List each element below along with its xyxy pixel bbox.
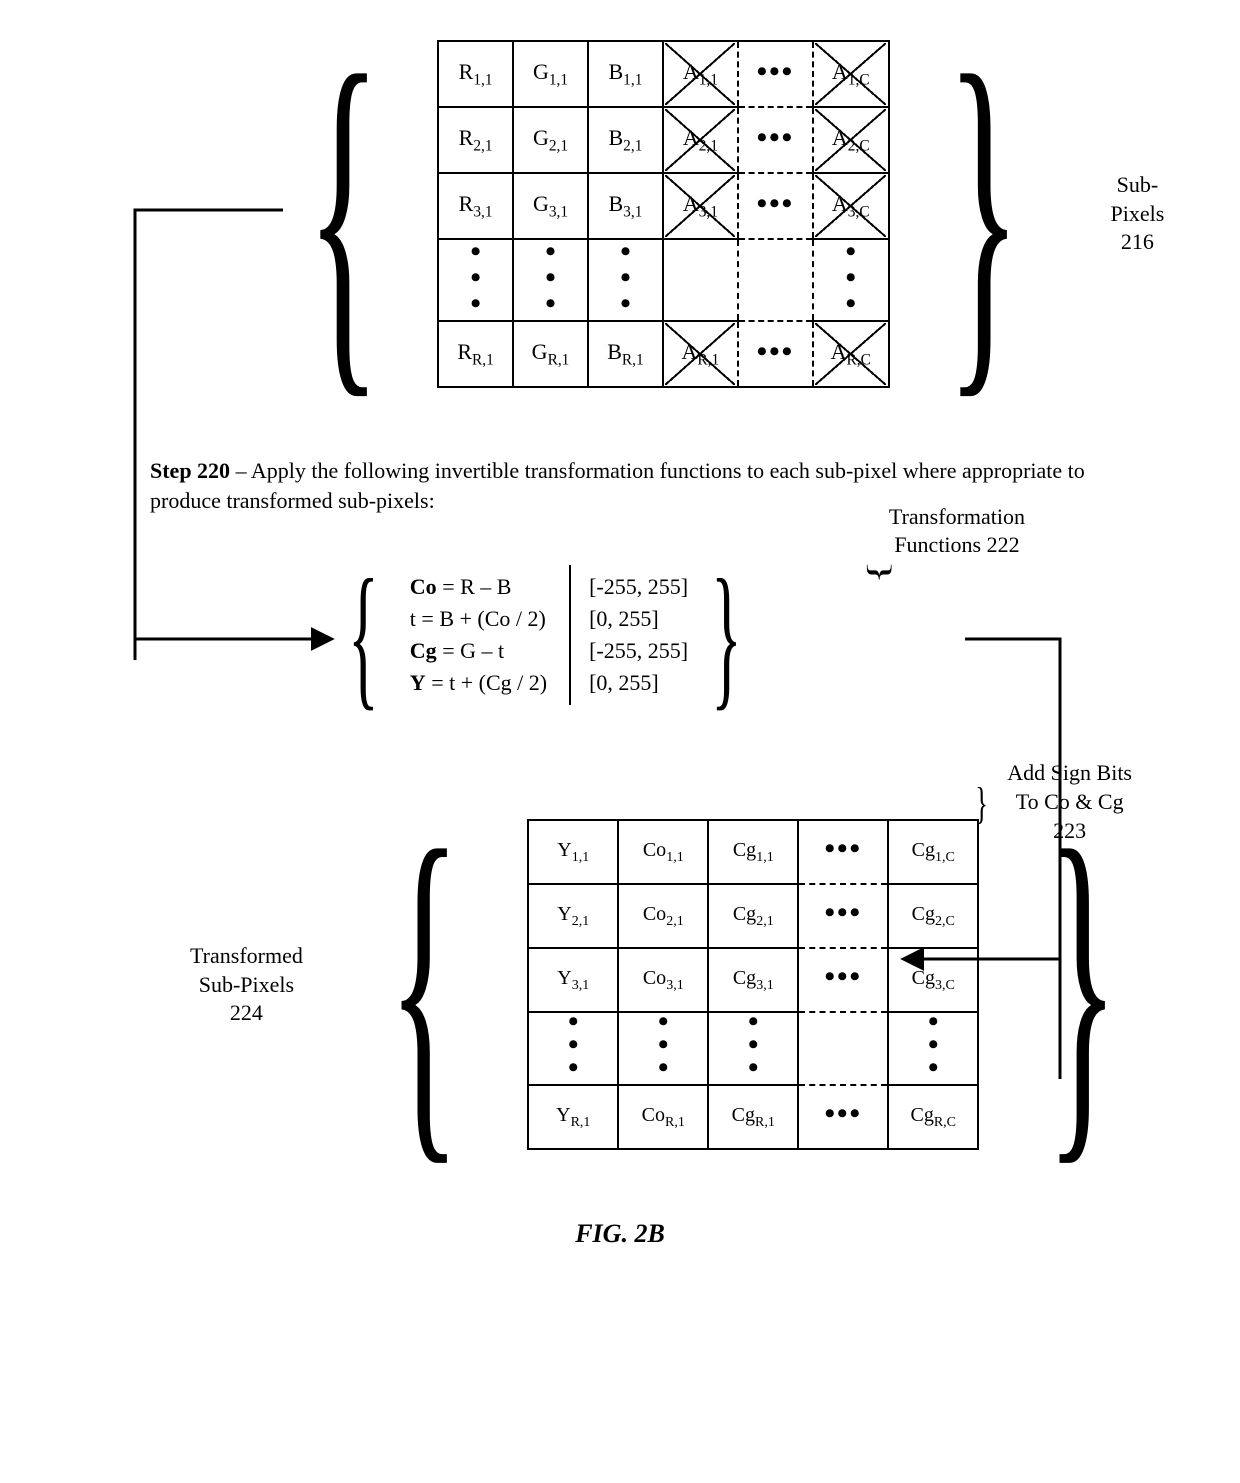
subpixels-label: Sub-Pixels 216 [1095, 171, 1180, 257]
grid-cell: RR,1 [438, 321, 513, 387]
equation-line: t = B + (Co / 2) [410, 606, 547, 632]
grid-cell: Y1,1 [528, 820, 618, 884]
transformation-functions-label: } Transformation Functions 222 [889, 503, 1025, 558]
grid-cell: Cg1,1 [708, 820, 798, 884]
grid-cell: CgR,C [888, 1085, 978, 1149]
brace-right-icon: } [946, 54, 1021, 374]
transformation-functions-block: { Co = R – B t = B + (Co / 2) Cg = G – t Y … [325, 559, 765, 711]
grid-cell: CoR,1 [618, 1085, 708, 1149]
grid-cell: GR,1 [513, 321, 588, 387]
brace-right-icon: } [1046, 829, 1119, 1141]
grid-cell: G3,1 [513, 173, 588, 239]
equation-range: [-255, 255] [589, 574, 688, 600]
grid-cell: G1,1 [513, 41, 588, 107]
grid-cell: A3,C [813, 173, 889, 239]
equation-line: Y = t + (Cg / 2) [410, 670, 547, 696]
grid-cell: R2,1 [438, 107, 513, 173]
grid-cell [798, 1012, 888, 1085]
grid-cell: B2,1 [588, 107, 663, 173]
grid-cell: Co3,1 [618, 948, 708, 1012]
grid-cell: A3,1 [663, 173, 738, 239]
grid-cell: B3,1 [588, 173, 663, 239]
transformed-subpixels-grid: Y1,1Co1,1Cg1,1•••Cg1,CY2,1Co2,1Cg2,1•••C… [527, 819, 979, 1150]
grid-cell: ••• [738, 321, 813, 387]
grid-cell: A2,1 [663, 107, 738, 173]
grid-cell: Y2,1 [528, 884, 618, 948]
grid-cell: AR,1 [663, 321, 738, 387]
grid-cell: Co2,1 [618, 884, 708, 948]
grid-cell: Cg1,C [888, 820, 978, 884]
grid-cell: YR,1 [528, 1085, 618, 1149]
grid-cell: ••• [438, 239, 513, 321]
grid-cell: ••• [528, 1012, 618, 1085]
grid-cell: Cg2,C [888, 884, 978, 948]
brace-right-icon: } [711, 559, 742, 711]
grid-cell: A2,C [813, 107, 889, 173]
grid-cell: ••• [798, 884, 888, 948]
grid-cell: CgR,1 [708, 1085, 798, 1149]
grid-cell: Cg3,C [888, 948, 978, 1012]
brace-left-icon: { [348, 559, 379, 711]
brace-left-icon: { [388, 829, 461, 1141]
grid-cell: A1,C [813, 41, 889, 107]
equation-line: Co = R – B [410, 574, 547, 600]
figure-caption: FIG. 2B [60, 1219, 1180, 1249]
brace-left-icon: { [306, 54, 381, 374]
grid-cell: ••• [708, 1012, 798, 1085]
transformed-subpixels-label: Transformed Sub-Pixels 224 [190, 942, 303, 1028]
brace-top-icon: } [862, 561, 900, 585]
grid-cell: ••• [588, 239, 663, 321]
subpixels-grid: R1,1G1,1B1,1A1,1•••A1,CR2,1G2,1B2,1A2,1•… [437, 40, 889, 388]
grid-cell [738, 239, 813, 321]
grid-cell: ••• [888, 1012, 978, 1085]
divider-vertical [569, 565, 571, 705]
grid-cell: ••• [813, 239, 889, 321]
grid-cell: BR,1 [588, 321, 663, 387]
grid-cell: ••• [618, 1012, 708, 1085]
grid-cell: Y3,1 [528, 948, 618, 1012]
grid-cell: R1,1 [438, 41, 513, 107]
grid-cell: ••• [513, 239, 588, 321]
grid-cell: R3,1 [438, 173, 513, 239]
equation-range: [0, 255] [589, 606, 688, 632]
grid-cell: B1,1 [588, 41, 663, 107]
grid-cell: A1,1 [663, 41, 738, 107]
equation-line: Cg = G – t [410, 638, 547, 664]
grid-cell: Cg2,1 [708, 884, 798, 948]
equation-range: [-255, 255] [589, 638, 688, 664]
grid-cell: ••• [738, 107, 813, 173]
grid-cell: ••• [798, 948, 888, 1012]
grid-cell: AR,C [813, 321, 889, 387]
grid-cell: Co1,1 [618, 820, 708, 884]
grid-cell [663, 239, 738, 321]
grid-cell: G2,1 [513, 107, 588, 173]
grid-cell: ••• [798, 1085, 888, 1149]
grid-cell: ••• [738, 41, 813, 107]
grid-cell: ••• [798, 820, 888, 884]
grid-cell: ••• [738, 173, 813, 239]
equation-range: [0, 255] [589, 670, 688, 696]
grid-cell: Cg3,1 [708, 948, 798, 1012]
